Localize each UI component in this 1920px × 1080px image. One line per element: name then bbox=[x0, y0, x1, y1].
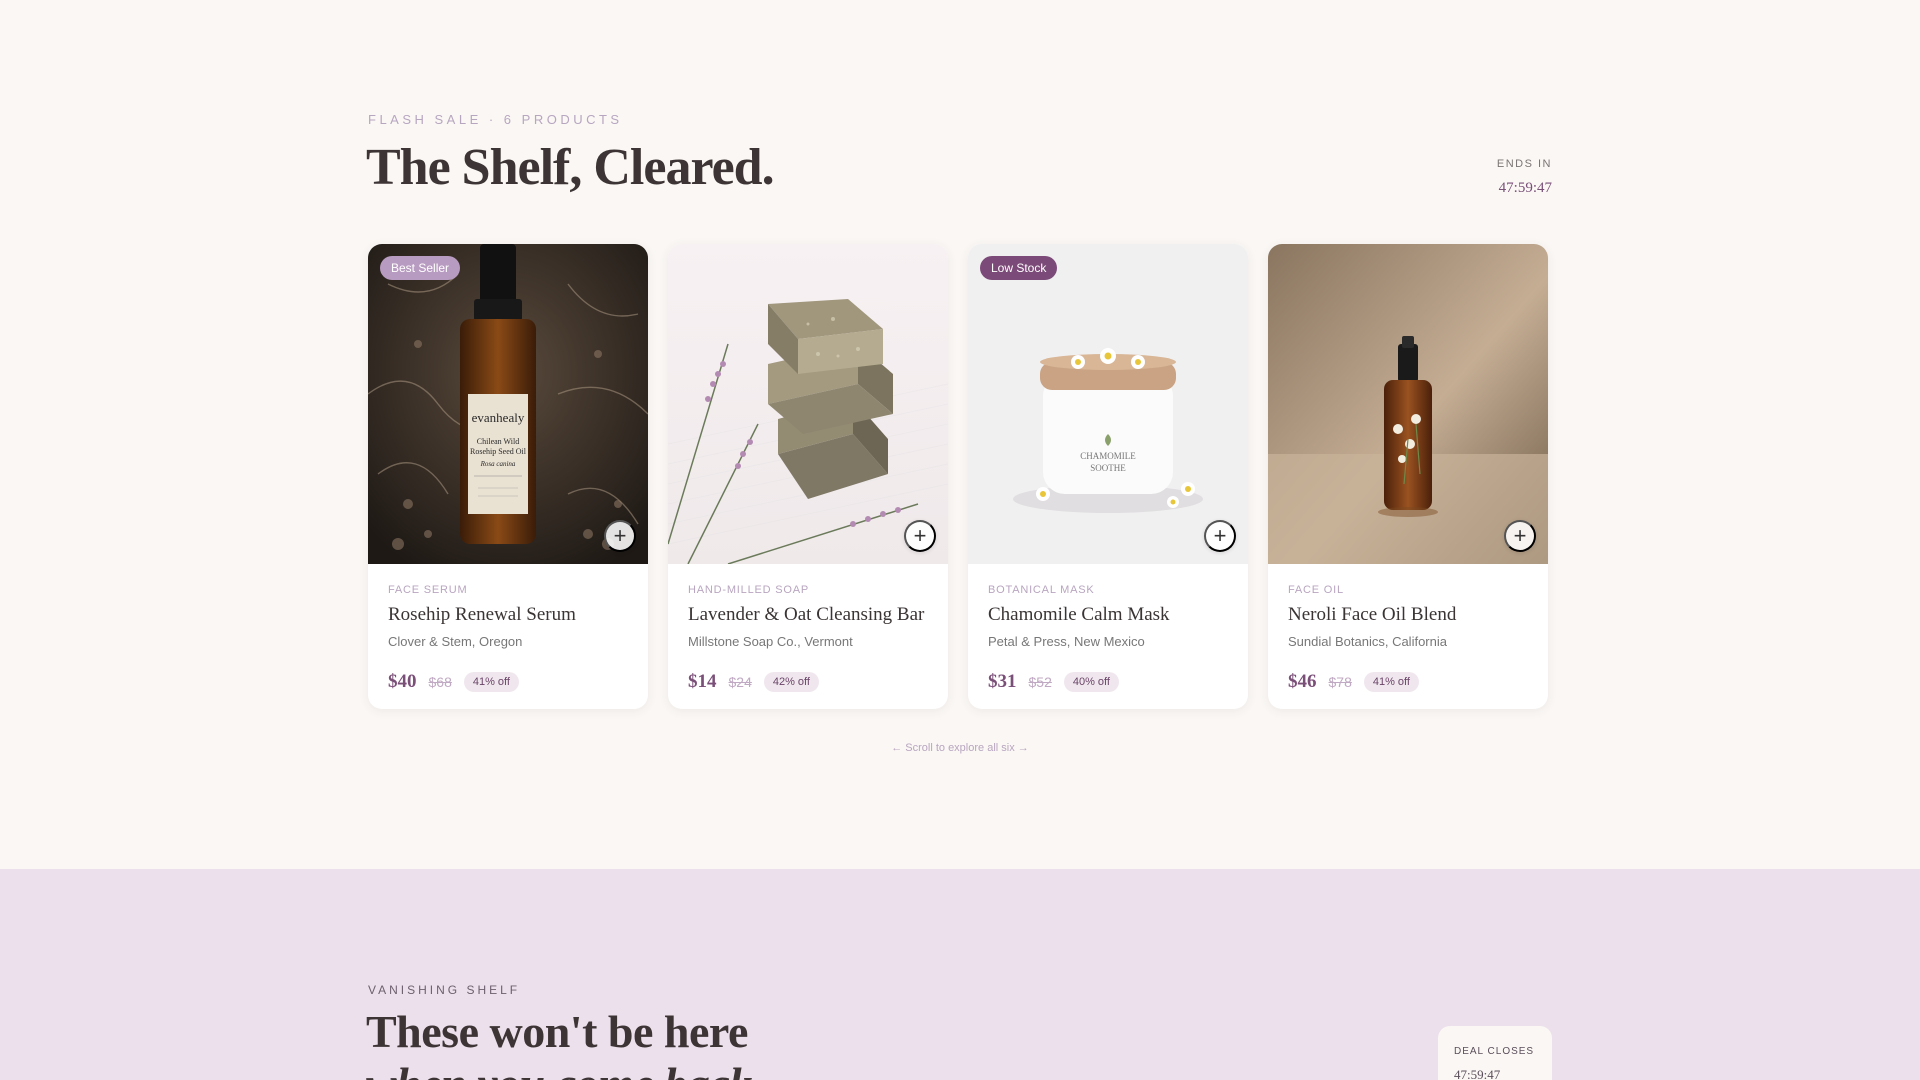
vanishing-title-line2: when you come back bbox=[366, 1058, 752, 1080]
serum-bottle-image: evanhealy Chilean Wild Rosehip Seed Oil … bbox=[368, 244, 648, 564]
svg-text:CHAMOMILE: CHAMOMILE bbox=[1080, 451, 1136, 461]
low-stock-badge: Low Stock bbox=[980, 256, 1058, 280]
mask-jar-image: CHAMOMILE SOOTHE bbox=[968, 244, 1248, 564]
page-title: The Shelf, Cleared. bbox=[366, 139, 775, 196]
svg-text:evanhealy: evanhealy bbox=[472, 410, 525, 425]
product-card[interactable]: + HAND-MILLED SOAP Lavender & Oat Cleans… bbox=[668, 244, 948, 709]
product-category: FACE SERUM bbox=[388, 584, 468, 596]
countdown-label: ENDS IN bbox=[1496, 158, 1552, 170]
product-name[interactable]: Lavender & Oat Cleansing Bar bbox=[688, 604, 928, 626]
discount-badge: 41% off bbox=[463, 672, 519, 692]
product-card[interactable]: CHAMOMILE SOOTHE Low Stock + BOTANICAL M… bbox=[968, 244, 1248, 709]
product-category: FACE OIL bbox=[1288, 584, 1344, 596]
plus-icon: + bbox=[613, 523, 627, 548]
deal-label: DEAL CLOSES bbox=[1454, 1046, 1535, 1057]
add-to-cart-button[interactable]: + bbox=[904, 520, 936, 552]
deal-time: 47:59:47 bbox=[1454, 1067, 1501, 1080]
add-to-cart-button[interactable]: + bbox=[1204, 520, 1236, 552]
countdown-time: 47:59:47 bbox=[1498, 180, 1552, 196]
discount-badge: 40% off bbox=[1063, 672, 1119, 692]
product-image[interactable]: + bbox=[1268, 244, 1548, 564]
original-price: $52 bbox=[1028, 674, 1052, 690]
product-card[interactable]: + FACE OIL Neroli Face Oil Blend Sundial… bbox=[1268, 244, 1548, 709]
scroll-hint: ← Scroll to explore all six → bbox=[891, 742, 1029, 754]
vanishing-title: These won't be here when you come back bbox=[366, 1006, 752, 1080]
original-price: $78 bbox=[1328, 674, 1352, 690]
discount-badge: 42% off bbox=[763, 672, 819, 692]
add-to-cart-button[interactable]: + bbox=[604, 520, 636, 552]
sale-price: $46 bbox=[1288, 671, 1317, 692]
product-name[interactable]: Rosehip Renewal Serum bbox=[388, 604, 628, 626]
sale-price: $31 bbox=[988, 671, 1017, 692]
vanishing-eyebrow: VANISHING SHELF bbox=[368, 983, 521, 997]
product-carousel[interactable]: evanhealy Chilean Wild Rosehip Seed Oil … bbox=[368, 244, 1548, 709]
add-to-cart-button[interactable]: + bbox=[1504, 520, 1536, 552]
product-maker: Sundial Botanics, California bbox=[1288, 634, 1447, 649]
product-name[interactable]: Neroli Face Oil Blend bbox=[1288, 604, 1528, 626]
best-seller-badge: Best Seller bbox=[380, 256, 461, 280]
sale-price: $14 bbox=[688, 671, 717, 692]
plus-icon: + bbox=[913, 523, 927, 548]
product-card[interactable]: evanhealy Chilean Wild Rosehip Seed Oil … bbox=[368, 244, 648, 709]
product-category: HAND-MILLED SOAP bbox=[688, 584, 809, 596]
discount-badge: 41% off bbox=[1363, 672, 1419, 692]
svg-text:SOOTHE: SOOTHE bbox=[1090, 463, 1126, 473]
sale-price: $40 bbox=[388, 671, 417, 692]
product-image[interactable]: CHAMOMILE SOOTHE Low Stock + bbox=[968, 244, 1248, 564]
face-oil-bottle-image bbox=[1268, 244, 1548, 564]
svg-text:Rosa canina: Rosa canina bbox=[480, 460, 516, 468]
deal-countdown: DEAL CLOSES 47:59:47 bbox=[1438, 1026, 1552, 1080]
plus-icon: + bbox=[1513, 523, 1527, 548]
product-image[interactable]: + bbox=[668, 244, 948, 564]
soap-bars-image bbox=[668, 244, 948, 564]
plus-icon: + bbox=[1213, 523, 1227, 548]
section-eyebrow: FLASH SALE · 6 PRODUCTS bbox=[368, 112, 623, 127]
original-price: $68 bbox=[428, 674, 452, 690]
product-maker: Millstone Soap Co., Vermont bbox=[688, 634, 853, 649]
vanishing-shelf-section bbox=[0, 869, 1920, 1080]
svg-text:Rosehip Seed Oil: Rosehip Seed Oil bbox=[470, 447, 527, 456]
product-maker: Petal & Press, New Mexico bbox=[988, 634, 1145, 649]
product-image[interactable]: evanhealy Chilean Wild Rosehip Seed Oil … bbox=[368, 244, 648, 564]
original-price: $24 bbox=[728, 674, 752, 690]
svg-text:Chilean Wild: Chilean Wild bbox=[477, 437, 519, 446]
product-category: BOTANICAL MASK bbox=[988, 584, 1095, 596]
product-maker: Clover & Stem, Oregon bbox=[388, 634, 523, 649]
countdown: ENDS IN 47:59:47 bbox=[1497, 158, 1552, 197]
product-name[interactable]: Chamomile Calm Mask bbox=[988, 604, 1228, 626]
vanishing-title-line1: These won't be here bbox=[366, 1006, 748, 1057]
